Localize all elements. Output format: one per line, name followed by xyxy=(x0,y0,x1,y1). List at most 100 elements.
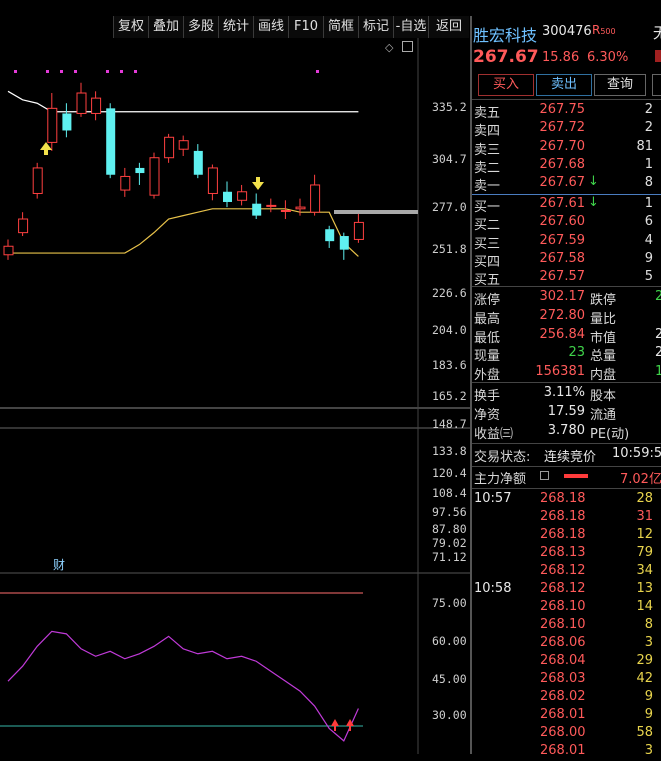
stat-label: 总量 xyxy=(590,349,617,365)
indicator-tick-label: 60.00 xyxy=(432,634,467,648)
tick-row: 268.03 42 xyxy=(472,671,661,689)
ask-label: 卖一 xyxy=(474,179,501,195)
pink-dot xyxy=(106,70,109,73)
stats-row: 最高 272.80 量比 xyxy=(472,307,661,327)
tick-row: 268.01 3 xyxy=(472,743,661,761)
list-icon[interactable] xyxy=(540,471,549,480)
tick-price: 268.03 xyxy=(540,671,586,686)
flow-bar xyxy=(564,474,588,478)
extra-button-edge[interactable] xyxy=(652,74,661,96)
red-up-arrow-icon xyxy=(331,719,339,731)
toolbar-mark-button[interactable]: 标记 xyxy=(358,16,393,38)
bid-row[interactable]: 买五 267.57 5 xyxy=(472,269,661,288)
tick-volume: 3 xyxy=(644,635,653,650)
bid-price: 267.60 xyxy=(539,214,586,230)
tick-volume: 58 xyxy=(636,725,653,740)
lower-band-line xyxy=(8,208,359,257)
ask-row[interactable]: 卖三 267.70 81 xyxy=(472,138,661,158)
ask-row[interactable]: 卖一 267.67 8 ↓ xyxy=(472,174,661,195)
stat-value: 2 xyxy=(655,326,661,342)
tick-row: 268.10 8 xyxy=(472,617,661,635)
divider xyxy=(472,466,661,467)
bid-price: 267.59 xyxy=(539,232,586,248)
signal-markers xyxy=(14,70,354,731)
panel-edge-marker xyxy=(655,50,661,62)
tick-row: 268.12 34 xyxy=(472,563,661,581)
bid-row[interactable]: 买三 267.59 4 xyxy=(472,232,661,252)
toolbar-overlay-button[interactable]: 叠加 xyxy=(148,16,183,38)
price-tick-label: 277.0 xyxy=(432,200,467,214)
tick-volume: 14 xyxy=(636,599,653,614)
main-flow-row: 主力净额 7.02亿 xyxy=(472,468,661,487)
toolbar-watchlist-button[interactable]: -自选 xyxy=(393,16,428,38)
tick-volume: 28 xyxy=(636,491,653,506)
tick-row: 268.04 29 xyxy=(472,653,661,671)
ask-price: 267.75 xyxy=(539,102,586,117)
toolbar-frame-button[interactable]: 简框 xyxy=(323,16,358,38)
ask-row[interactable]: 卖四 267.72 2 xyxy=(472,120,661,139)
price-tick-label: 79.02 xyxy=(432,536,467,550)
toolbar-draw-button[interactable]: 画线 xyxy=(253,16,288,38)
bid-row[interactable]: 买一 267.61 1 ↓ xyxy=(472,195,661,215)
stat-value: 17.59 xyxy=(547,404,585,419)
bid-row[interactable]: 买四 267.58 9 xyxy=(472,250,661,270)
candle-body xyxy=(47,107,58,143)
stats-row: 最低 256.84 市值 2 xyxy=(472,326,661,346)
tick-row: 268.18 12 xyxy=(472,527,661,545)
ask-row[interactable]: 卖二 267.68 1 xyxy=(472,157,661,176)
stat-label: 外盘 xyxy=(474,368,501,384)
candle-body xyxy=(353,221,364,240)
tick-volume: 9 xyxy=(644,689,653,704)
kline-chart[interactable]: 335.2 304.7 277.0 251.8 226.6 204.0 183.6 165.2… xyxy=(0,38,470,754)
stat-value: 3.11% xyxy=(543,385,585,400)
tick-row: 268.13 79 xyxy=(472,545,661,563)
chart-toolbar: 复权 叠加 多股 统计 画线 F10 简框 标记 -自选 返回 ◇ xyxy=(0,0,469,54)
query-button[interactable]: 查询 xyxy=(594,74,646,96)
stat-value: 23 xyxy=(568,345,585,361)
divider xyxy=(472,488,661,489)
price-tick-label: 165.2 xyxy=(432,389,467,403)
bid-price: 267.58 xyxy=(539,250,586,266)
trade-status-time: 10:59:5 xyxy=(612,446,661,461)
tick-row: 268.06 3 xyxy=(472,635,661,653)
stats-row: 换手 3.11% 股本 xyxy=(472,385,661,404)
stat-label: PE(动) xyxy=(590,427,630,442)
sell-button[interactable]: 卖出 xyxy=(536,74,592,96)
tick-volume: 34 xyxy=(636,563,653,578)
buy-signal-arrow-icon xyxy=(40,142,52,155)
bid-price: 267.57 xyxy=(539,269,586,285)
toolbar-f10-button[interactable]: F10 xyxy=(288,16,323,38)
tick-row: 268.02 9 xyxy=(472,689,661,707)
buy-button[interactable]: 买入 xyxy=(478,74,534,96)
stat-value: 272.80 xyxy=(539,307,586,323)
ask-label: 卖二 xyxy=(474,160,501,176)
candle-body xyxy=(3,245,14,256)
stat-value: 2 xyxy=(655,345,661,361)
tick-volume: 29 xyxy=(636,653,653,668)
bid-volume: 5 xyxy=(644,269,653,285)
bid-row[interactable]: 买二 267.60 6 xyxy=(472,214,661,233)
tick-price: 268.01 xyxy=(540,707,586,722)
last-price: 267.67 xyxy=(473,47,539,67)
tick-time: 10:57 xyxy=(474,491,512,506)
quote-panel: 胜宏科技 300476 R500 无 267.67 15.86 6.30% 买入… xyxy=(470,16,661,758)
bid-volume: 6 xyxy=(644,214,653,230)
tick-row: 268.18 31 xyxy=(472,509,661,527)
bid-ask-divider xyxy=(472,194,661,195)
tick-volume: 79 xyxy=(636,545,653,560)
ask-volume: 2 xyxy=(644,102,653,117)
tick-volume: 8 xyxy=(644,617,653,632)
price-tick-label: 148.7 xyxy=(432,417,467,431)
pink-dot xyxy=(74,70,77,73)
financial-report-marker[interactable]: 财 xyxy=(53,556,65,573)
toolbar-back-button[interactable]: 返回 xyxy=(428,16,469,38)
candle-body xyxy=(280,209,291,212)
stat-label: 内盘 xyxy=(590,368,617,384)
toolbar-multistock-button[interactable]: 多股 xyxy=(183,16,218,38)
ask-volume: 81 xyxy=(636,138,653,154)
toolbar-stats-button[interactable]: 统计 xyxy=(218,16,253,38)
toolbar-fuquan-button[interactable]: 复权 xyxy=(113,16,148,38)
ask-row[interactable]: 卖五 267.75 2 xyxy=(472,102,661,121)
candle-body xyxy=(120,175,131,191)
stats-row: 现量 23 总量 2 xyxy=(472,345,661,365)
